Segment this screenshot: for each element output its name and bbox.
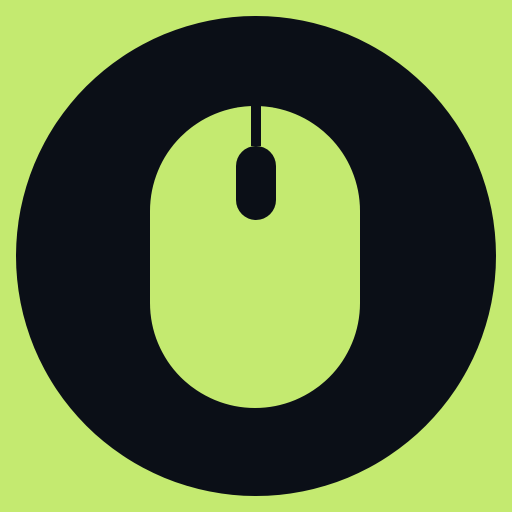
mouse-scroll-wheel xyxy=(236,146,276,220)
app-icon xyxy=(0,0,512,512)
mouse-icon xyxy=(0,0,512,512)
